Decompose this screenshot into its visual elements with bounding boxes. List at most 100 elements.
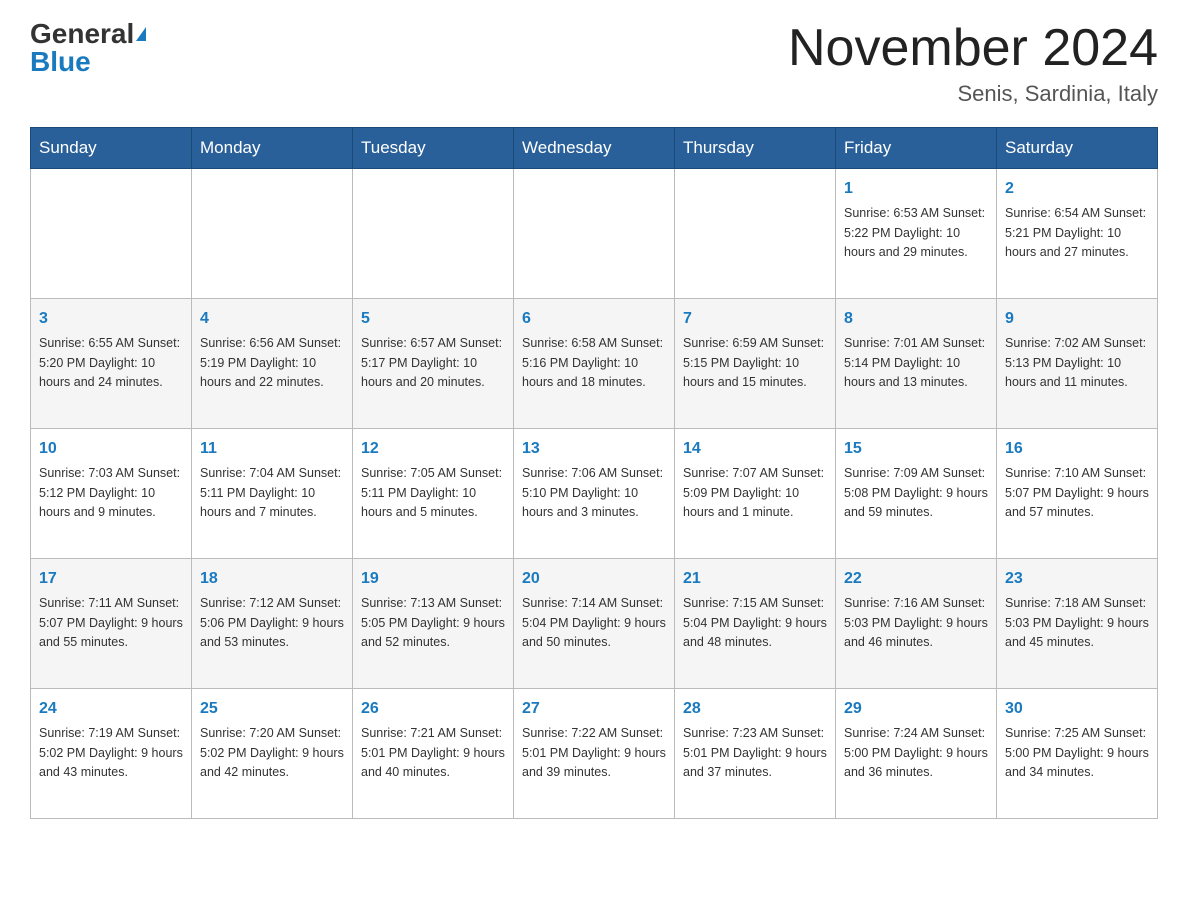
day-info: Sunrise: 7:03 AM Sunset: 5:12 PM Dayligh… [39,464,183,522]
day-info: Sunrise: 7:15 AM Sunset: 5:04 PM Dayligh… [683,594,827,652]
calendar-week-row: 17 Sunrise: 7:11 AM Sunset: 5:07 PM Dayli… [31,559,1158,689]
day-info: Sunrise: 7:22 AM Sunset: 5:01 PM Dayligh… [522,724,666,782]
calendar-cell: 29Sunrise: 7:24 AM Sunset: 5:00 PM Dayli… [836,689,997,819]
calendar-week-row: 10Sunrise: 7:03 AM Sunset: 5:12 PM Dayli… [31,429,1158,559]
logo-general-text: General [30,20,134,48]
day-number: 12 [361,437,505,461]
location-text: Senis, Sardinia, Italy [788,81,1158,107]
calendar-cell: 12 Sunrise: 7:05 AM Sunset: 5:11 PM Dayli… [353,429,514,559]
calendar-cell [353,169,514,299]
day-number: 6 [522,307,666,331]
day-info: Sunrise: 6:58 AM Sunset: 5:16 PM Dayligh… [522,334,666,392]
calendar-cell: 1 Sunrise: 6:53 AM Sunset: 5:22 PM Daylig… [836,169,997,299]
day-number: 21 [683,567,827,591]
calendar-cell: 21 Sunrise: 7:15 AM Sunset: 5:04 PM Dayli… [675,559,836,689]
day-number: 16 [1005,437,1149,461]
day-info: Sunrise: 6:59 AM Sunset: 5:15 PM Dayligh… [683,334,827,392]
calendar-cell: 3Sunrise: 6:55 AM Sunset: 5:20 PM Daylig… [31,299,192,429]
calendar-cell: 30Sunrise: 7:25 AM Sunset: 5:00 PM Dayli… [997,689,1158,819]
day-number: 9 [1005,307,1149,331]
day-number: 23 [1005,567,1149,591]
day-number: 4 [200,307,344,331]
day-info: Sunrise: 7:23 AM Sunset: 5:01 PM Dayligh… [683,724,827,782]
day-info: Sunrise: 7:10 AM Sunset: 5:07 PM Dayligh… [1005,464,1149,522]
calendar-header-friday: Friday [836,128,997,169]
calendar-header-row: SundayMondayTuesdayWednesdayThursdayFrid… [31,128,1158,169]
day-number: 15 [844,437,988,461]
page-header: General Blue November 2024 Senis, Sardin… [30,20,1158,107]
day-number: 26 [361,697,505,721]
day-info: Sunrise: 7:25 AM Sunset: 5:00 PM Dayligh… [1005,724,1149,782]
day-info: Sunrise: 7:11 AM Sunset: 5:07 PM Dayligh… [39,594,183,652]
month-title: November 2024 [788,20,1158,77]
calendar-cell: 19 Sunrise: 7:13 AM Sunset: 5:05 PM Dayli… [353,559,514,689]
calendar-cell: 9Sunrise: 7:02 AM Sunset: 5:13 PM Daylig… [997,299,1158,429]
day-number: 28 [683,697,827,721]
day-number: 3 [39,307,183,331]
calendar-week-row: 1 Sunrise: 6:53 AM Sunset: 5:22 PM Daylig… [31,169,1158,299]
day-number: 11 [200,437,344,461]
day-info: Sunrise: 6:54 AM Sunset: 5:21 PM Dayligh… [1005,204,1149,262]
calendar-cell: 23 Sunrise: 7:18 AM Sunset: 5:03 PM Dayli… [997,559,1158,689]
day-info: Sunrise: 7:19 AM Sunset: 5:02 PM Dayligh… [39,724,183,782]
day-number: 13 [522,437,666,461]
day-info: Sunrise: 7:18 AM Sunset: 5:03 PM Dayligh… [1005,594,1149,652]
logo: General Blue [30,20,146,76]
calendar-cell: 6 Sunrise: 6:58 AM Sunset: 5:16 PM Daylig… [514,299,675,429]
day-info: Sunrise: 7:05 AM Sunset: 5:11 PM Dayligh… [361,464,505,522]
calendar-cell: 17 Sunrise: 7:11 AM Sunset: 5:07 PM Dayli… [31,559,192,689]
calendar-cell: 13 Sunrise: 7:06 AM Sunset: 5:10 PM Dayli… [514,429,675,559]
calendar-cell [192,169,353,299]
day-info: Sunrise: 7:06 AM Sunset: 5:10 PM Dayligh… [522,464,666,522]
calendar-header-wednesday: Wednesday [514,128,675,169]
day-info: Sunrise: 6:53 AM Sunset: 5:22 PM Dayligh… [844,204,988,262]
calendar-cell: 7 Sunrise: 6:59 AM Sunset: 5:15 PM Daylig… [675,299,836,429]
calendar-cell [675,169,836,299]
day-info: Sunrise: 7:13 AM Sunset: 5:05 PM Dayligh… [361,594,505,652]
day-number: 7 [683,307,827,331]
calendar-cell: 18Sunrise: 7:12 AM Sunset: 5:06 PM Dayli… [192,559,353,689]
day-number: 17 [39,567,183,591]
calendar-header-tuesday: Tuesday [353,128,514,169]
day-info: Sunrise: 7:09 AM Sunset: 5:08 PM Dayligh… [844,464,988,522]
calendar-header-monday: Monday [192,128,353,169]
calendar-week-row: 3Sunrise: 6:55 AM Sunset: 5:20 PM Daylig… [31,299,1158,429]
day-info: Sunrise: 6:57 AM Sunset: 5:17 PM Dayligh… [361,334,505,392]
day-info: Sunrise: 7:14 AM Sunset: 5:04 PM Dayligh… [522,594,666,652]
day-number: 14 [683,437,827,461]
day-number: 22 [844,567,988,591]
day-info: Sunrise: 7:20 AM Sunset: 5:02 PM Dayligh… [200,724,344,782]
calendar-cell: 11 Sunrise: 7:04 AM Sunset: 5:11 PM Dayli… [192,429,353,559]
calendar-cell: 5 Sunrise: 6:57 AM Sunset: 5:17 PM Daylig… [353,299,514,429]
calendar-cell: 24 Sunrise: 7:19 AM Sunset: 5:02 PM Dayli… [31,689,192,819]
calendar-cell: 2Sunrise: 6:54 AM Sunset: 5:21 PM Daylig… [997,169,1158,299]
day-info: Sunrise: 7:07 AM Sunset: 5:09 PM Dayligh… [683,464,827,522]
logo-triangle-icon [136,27,146,41]
day-number: 20 [522,567,666,591]
calendar-cell [31,169,192,299]
calendar-cell: 20 Sunrise: 7:14 AM Sunset: 5:04 PM Dayli… [514,559,675,689]
calendar-cell: 4 Sunrise: 6:56 AM Sunset: 5:19 PM Daylig… [192,299,353,429]
calendar-header-sunday: Sunday [31,128,192,169]
day-number: 25 [200,697,344,721]
day-number: 19 [361,567,505,591]
title-section: November 2024 Senis, Sardinia, Italy [788,20,1158,107]
calendar-cell: 8Sunrise: 7:01 AM Sunset: 5:14 PM Daylig… [836,299,997,429]
day-info: Sunrise: 7:21 AM Sunset: 5:01 PM Dayligh… [361,724,505,782]
calendar-cell: 26 Sunrise: 7:21 AM Sunset: 5:01 PM Dayli… [353,689,514,819]
day-info: Sunrise: 6:56 AM Sunset: 5:19 PM Dayligh… [200,334,344,392]
calendar-header-saturday: Saturday [997,128,1158,169]
logo-blue-text: Blue [30,48,91,76]
day-info: Sunrise: 7:24 AM Sunset: 5:00 PM Dayligh… [844,724,988,782]
calendar-table: SundayMondayTuesdayWednesdayThursdayFrid… [30,127,1158,819]
calendar-cell: 28 Sunrise: 7:23 AM Sunset: 5:01 PM Dayli… [675,689,836,819]
day-number: 1 [844,177,988,201]
day-number: 24 [39,697,183,721]
day-info: Sunrise: 7:01 AM Sunset: 5:14 PM Dayligh… [844,334,988,392]
day-info: Sunrise: 7:04 AM Sunset: 5:11 PM Dayligh… [200,464,344,522]
calendar-header-thursday: Thursday [675,128,836,169]
day-info: Sunrise: 7:16 AM Sunset: 5:03 PM Dayligh… [844,594,988,652]
calendar-cell [514,169,675,299]
day-number: 5 [361,307,505,331]
day-number: 18 [200,567,344,591]
